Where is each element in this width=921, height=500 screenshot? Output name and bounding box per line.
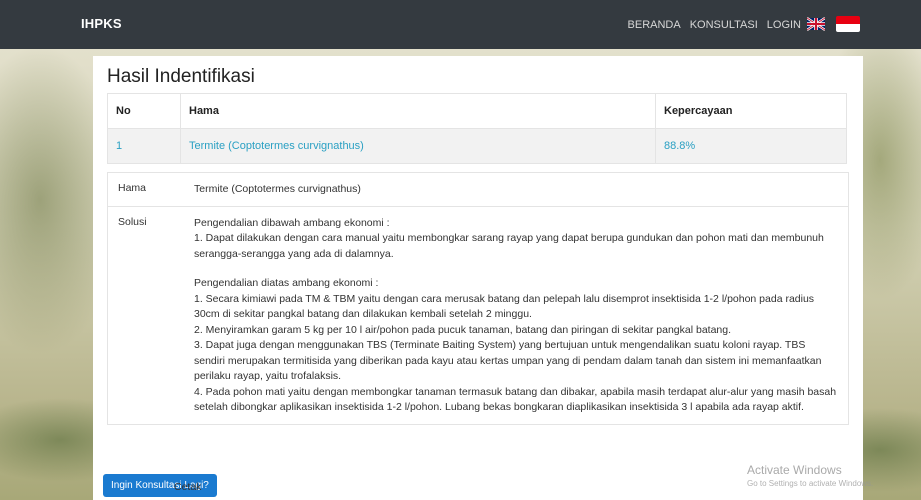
hama-label: Hama xyxy=(118,182,147,194)
nav-konsultasi[interactable]: KONSULTASI xyxy=(690,19,758,31)
nav-links: BERANDA KONSULTASI LOGIN xyxy=(628,19,801,31)
solusi-line: 2. Menyiramkan garam 5 kg per 10 l air/p… xyxy=(194,323,732,336)
detail-row-hama: Hama Termite (Coptotermes curvignathus) xyxy=(108,173,848,207)
detail-row-solusi: Solusi Pengendalian dibawah ambang ekono… xyxy=(108,207,848,424)
nav-login[interactable]: LOGIN xyxy=(767,19,801,31)
page-title: Hasil Indentifikasi xyxy=(107,66,255,87)
table-row[interactable]: 1 Termite (Coptotermes curvignathus) 88.… xyxy=(107,128,847,164)
solusi-text: Pengendalian dibawah ambang ekonomi : 1.… xyxy=(186,207,848,424)
cell-hama[interactable]: Termite (Coptotermes curvignathus) xyxy=(180,128,656,164)
cell-confidence[interactable]: 88.8% xyxy=(655,128,847,164)
uk-flag-icon[interactable] xyxy=(807,17,825,31)
hama-value: Termite (Coptotermes curvignathus) xyxy=(194,183,361,195)
activate-windows-subtext: Go to Settings to activate Windows. xyxy=(747,479,874,488)
detail-table: Hama Termite (Coptotermes curvignathus) … xyxy=(107,172,849,425)
solusi-line: 1. Dapat dilakukan dengan cara manual ya… xyxy=(194,232,824,260)
print-link[interactable]: Cetak xyxy=(174,481,201,493)
header-hama: Hama xyxy=(180,93,656,129)
activate-windows-watermark: Activate Windows xyxy=(747,463,842,477)
header-kepercayaan: Kepercayaan xyxy=(655,93,847,129)
nav-beranda[interactable]: BERANDA xyxy=(628,19,681,31)
cell-no[interactable]: 1 xyxy=(107,128,181,164)
solusi-line: 3. Dapat juga dengan menggunakan TBS (Te… xyxy=(194,339,822,382)
solusi-line: Pengendalian dibawah ambang ekonomi : xyxy=(194,216,390,229)
results-table: No Hama Kepercayaan 1 Termite (Coptoterm… xyxy=(107,93,847,164)
table-header-row: No Hama Kepercayaan xyxy=(107,93,847,129)
header-no: No xyxy=(107,93,181,129)
solusi-line: 4. Pada pohon mati yaitu dengan membongk… xyxy=(194,385,837,414)
brand-logo[interactable]: IHPKS xyxy=(81,16,122,31)
navbar: IHPKS BERANDA KONSULTASI LOGIN xyxy=(0,0,921,49)
indonesia-flag-icon[interactable] xyxy=(836,16,860,32)
solusi-line: Pengendalian diatas ambang ekonomi : xyxy=(194,277,379,289)
result-card: Hasil Indentifikasi No Hama Kepercayaan … xyxy=(93,56,863,500)
solusi-line: 1. Secara kimiawi pada TM & TBM yaitu de… xyxy=(194,292,815,321)
solusi-label: Solusi xyxy=(118,215,147,228)
